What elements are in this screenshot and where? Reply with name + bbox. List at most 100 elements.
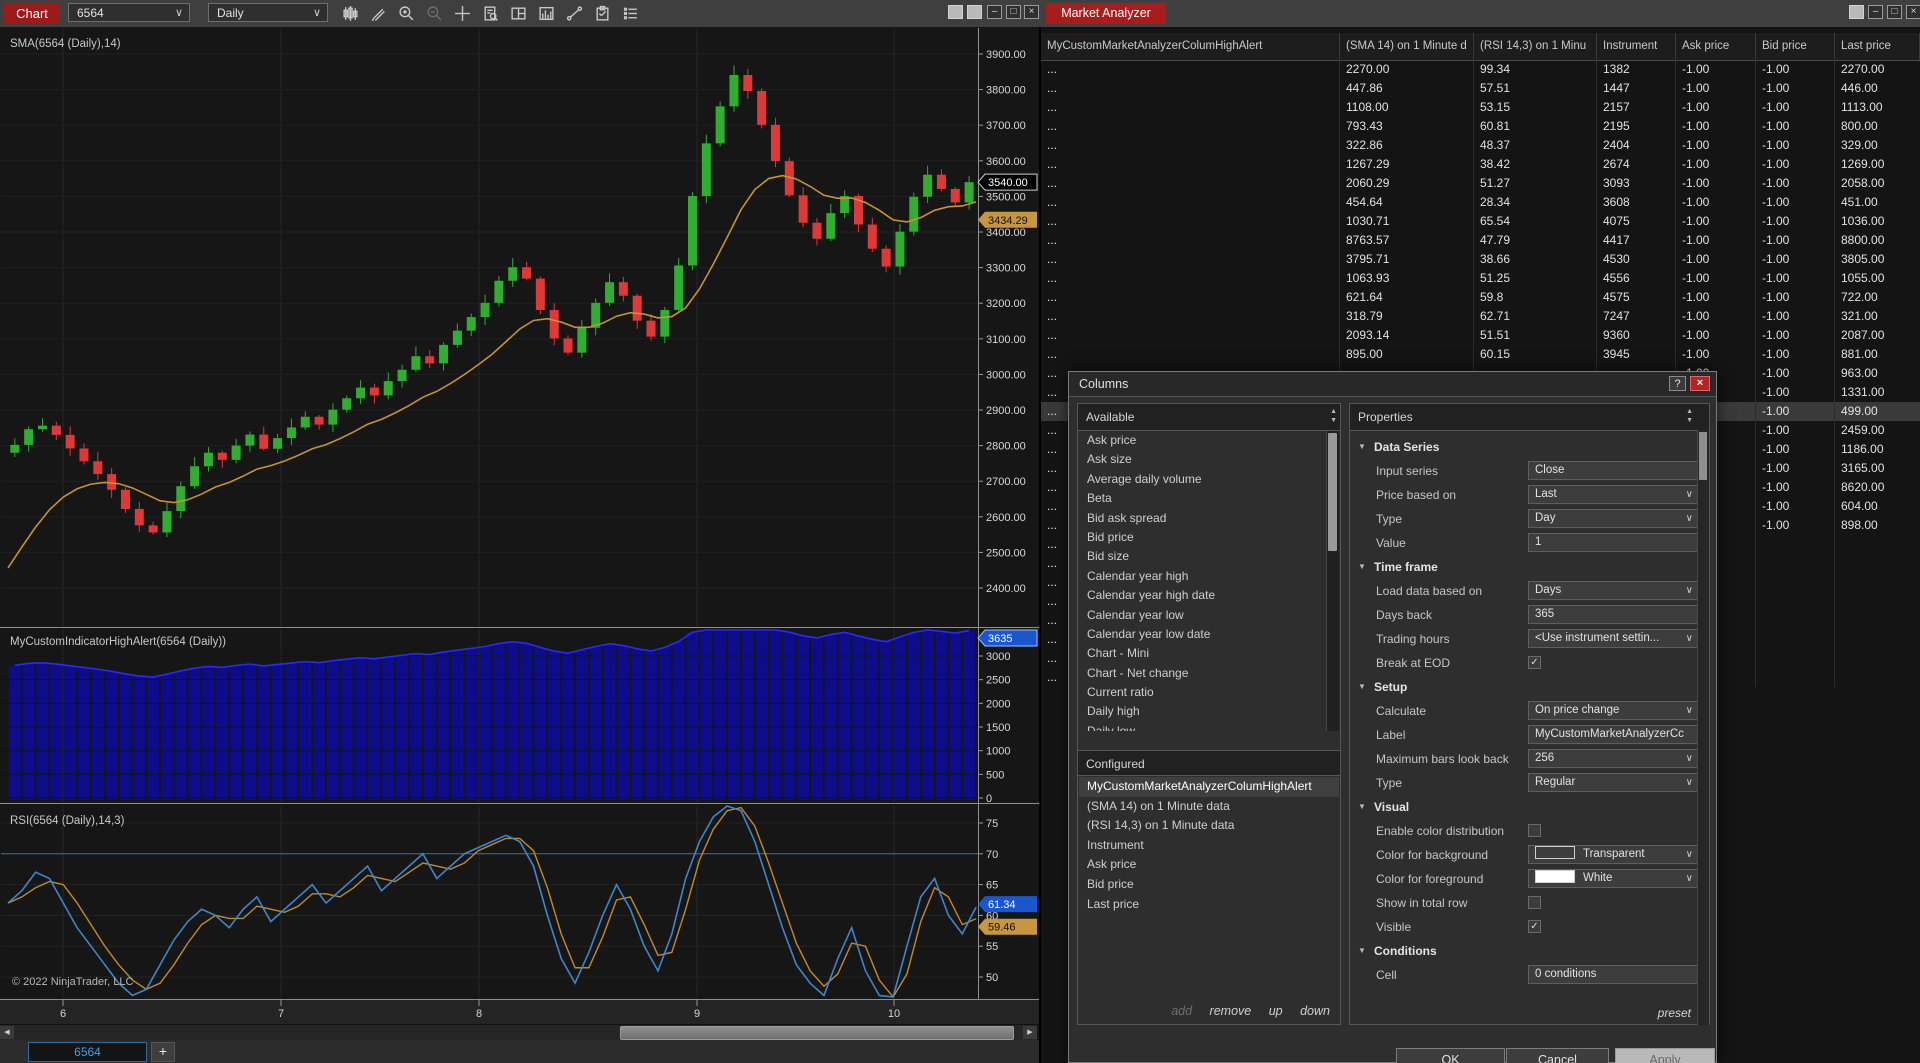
scroll-right-arrow-icon[interactable]: ▶ (1023, 1026, 1037, 1039)
zoom-out-icon[interactable] (422, 3, 446, 24)
label-input[interactable]: MyCustomMarketAnalyzerCc (1528, 725, 1697, 744)
cell-input[interactable]: 0 conditions (1528, 965, 1697, 984)
properties-scrollbar[interactable] (1697, 430, 1709, 1025)
type-select[interactable]: Day ∨ (1528, 509, 1697, 528)
available-item[interactable]: Calendar year high date (1079, 586, 1325, 605)
strategy-clipboard-icon[interactable] (590, 3, 614, 24)
column-header[interactable]: Last price (1835, 33, 1920, 60)
zoom-in-icon[interactable] (394, 3, 418, 24)
available-item[interactable]: Calendar year low (1079, 606, 1325, 625)
table-row[interactable]: ... 1063.93 51.25 4556 -1.00 -1.00 1055.00 (1041, 269, 1920, 288)
window-layout-icon[interactable] (506, 3, 530, 24)
scroll-left-arrow-icon[interactable]: ◀ (0, 1026, 14, 1039)
available-scrollbar[interactable] (1326, 431, 1339, 731)
days-back-input[interactable]: 365 (1528, 605, 1697, 624)
color-for-foreground-select[interactable]: White ∨ (1528, 869, 1697, 888)
configured-item[interactable]: MyCustomMarketAnalyzerColumHighAlert (1079, 777, 1339, 797)
crosshair-icon[interactable] (450, 3, 474, 24)
price-based-on-select[interactable]: Last ∨ (1528, 485, 1697, 504)
maximum-bars-look-back-select[interactable]: 256 ∨ (1528, 749, 1697, 768)
table-row[interactable]: ... 2093.14 51.51 9360 -1.00 -1.00 2087.00 (1041, 326, 1920, 345)
type-select[interactable]: Regular ∨ (1528, 773, 1697, 792)
minimize-icon[interactable]: – (987, 5, 1002, 19)
down-link[interactable]: down (1300, 1004, 1330, 1018)
table-row[interactable]: ... 2060.29 51.27 3093 -1.00 -1.00 2058.00 (1041, 174, 1920, 193)
available-item[interactable]: Calendar year high (1079, 567, 1325, 586)
apply-button[interactable]: Apply (1615, 1048, 1715, 1063)
table-row[interactable]: ... 318.79 62.71 7247 -1.00 -1.00 321.00 (1041, 307, 1920, 326)
draw-pencil-icon[interactable] (366, 3, 390, 24)
table-row[interactable]: ... 895.00 60.15 3945 -1.00 -1.00 881.00 (1041, 345, 1920, 364)
chart-canvas[interactable]: 3900.00 3800.00 3700.00 3600.00 3500.00 3400.… (0, 27, 1039, 1024)
ok-button[interactable]: OK (1396, 1048, 1505, 1063)
available-item[interactable]: Current ratio (1079, 683, 1325, 702)
section-setup[interactable]: ▼ Setup (1350, 675, 1697, 699)
available-item[interactable]: Chart - Mini (1079, 644, 1325, 663)
available-item[interactable]: Bid size (1079, 547, 1325, 566)
help-button[interactable]: ? (1669, 376, 1686, 391)
dialog-title-bar[interactable]: Columns ? × (1069, 372, 1716, 397)
available-item[interactable]: Average daily volume (1079, 470, 1325, 489)
show-in-total-row-checkbox[interactable] (1528, 896, 1541, 909)
break-at-eod-checkbox[interactable]: ✓ (1528, 656, 1541, 669)
candlestick-chart-icon[interactable] (338, 3, 362, 24)
input-series-input[interactable]: Close (1528, 461, 1697, 480)
available-item[interactable]: Beta (1079, 489, 1325, 508)
scrollbar-thumb[interactable] (1699, 432, 1707, 480)
configured-item[interactable]: Last price (1079, 895, 1339, 915)
available-item[interactable]: Ask price (1079, 431, 1325, 450)
table-row[interactable]: ... 447.86 57.51 1447 -1.00 -1.00 446.00 (1041, 79, 1920, 98)
color-for-background-select[interactable]: Transparent ∨ (1528, 845, 1697, 864)
minimize-icon[interactable]: – (1868, 5, 1883, 19)
visible-checkbox[interactable]: ✓ (1528, 920, 1541, 933)
available-item[interactable]: Calendar year low date (1079, 625, 1325, 644)
column-header[interactable]: Ask price (1676, 33, 1756, 60)
table-row[interactable]: ... 322.86 48.37 2404 -1.00 -1.00 329.00 (1041, 136, 1920, 155)
available-item[interactable]: Ask size (1079, 450, 1325, 469)
spinner-arrows-icon[interactable]: ▲ ▼ (1330, 407, 1337, 425)
table-row[interactable]: ... 3795.71 38.66 4530 -1.00 -1.00 3805.00 (1041, 250, 1920, 269)
instrument-select[interactable]: 6564 ∨ (68, 3, 190, 22)
section-data-series[interactable]: ▼ Data Series (1350, 435, 1697, 459)
blank-button-3[interactable] (1849, 5, 1864, 19)
configured-item[interactable]: (SMA 14) on 1 Minute data (1079, 797, 1339, 817)
blank-button-1[interactable] (948, 5, 963, 19)
table-row[interactable]: ... 621.64 59.8 4575 -1.00 -1.00 722.00 (1041, 288, 1920, 307)
column-header[interactable]: (SMA 14) on 1 Minute d (1340, 33, 1474, 60)
enable-color-distribution-checkbox[interactable] (1528, 824, 1541, 837)
configured-item[interactable]: Bid price (1079, 875, 1339, 895)
table-row[interactable]: ... 1267.29 38.42 2674 -1.00 -1.00 1269.00 (1041, 155, 1920, 174)
configured-item[interactable]: (RSI 14,3) on 1 Minute data (1079, 816, 1339, 836)
indicator-panel-icon[interactable] (534, 3, 558, 24)
section-time-frame[interactable]: ▼ Time frame (1350, 555, 1697, 579)
scrollbar-thumb[interactable] (1328, 433, 1337, 551)
blank-button-2[interactable] (967, 5, 982, 19)
table-row[interactable]: ... 454.64 28.34 3608 -1.00 -1.00 451.00 (1041, 193, 1920, 212)
available-item[interactable]: Bid ask spread (1079, 509, 1325, 528)
cancel-button[interactable]: Cancel (1506, 1048, 1609, 1063)
section-conditions[interactable]: ▼ Conditions (1350, 939, 1697, 963)
load-data-based-on-select[interactable]: Days ∨ (1528, 581, 1697, 600)
maximize-icon[interactable]: □ (1006, 5, 1021, 19)
close-icon[interactable]: × (1906, 5, 1920, 19)
column-header[interactable]: Instrument (1597, 33, 1676, 60)
value-input[interactable]: 1 (1528, 533, 1697, 552)
available-item[interactable]: Daily low (1079, 722, 1325, 731)
column-header[interactable]: MyCustomMarketAnalyzerColumHighAlert (1041, 33, 1340, 60)
table-row[interactable]: ... 793.43 60.81 2195 -1.00 -1.00 800.00 (1041, 117, 1920, 136)
table-row[interactable]: ... 8763.57 47.79 4417 -1.00 -1.00 8800.00 (1041, 231, 1920, 250)
data-inspector-icon[interactable] (478, 3, 502, 24)
maximize-icon[interactable]: □ (1887, 5, 1902, 19)
trendline-tool-icon[interactable] (562, 3, 586, 24)
table-row[interactable]: ... 2270.00 99.34 1382 -1.00 -1.00 2270.00 (1041, 60, 1920, 79)
available-item[interactable]: Chart - Net change (1079, 664, 1325, 683)
properties-list-icon[interactable] (618, 3, 642, 24)
chart-tab-6564[interactable]: 6564 (28, 1042, 147, 1062)
configured-item[interactable]: Ask price (1079, 855, 1339, 875)
up-link[interactable]: up (1269, 1004, 1283, 1018)
remove-link[interactable]: remove (1210, 1004, 1252, 1018)
table-row[interactable]: ... 1108.00 53.15 2157 -1.00 -1.00 1113.00 (1041, 98, 1920, 117)
section-visual[interactable]: ▼ Visual (1350, 795, 1697, 819)
calculate-select[interactable]: On price change ∨ (1528, 701, 1697, 720)
spinner-arrows-icon[interactable]: ▲ ▼ (1686, 407, 1693, 425)
